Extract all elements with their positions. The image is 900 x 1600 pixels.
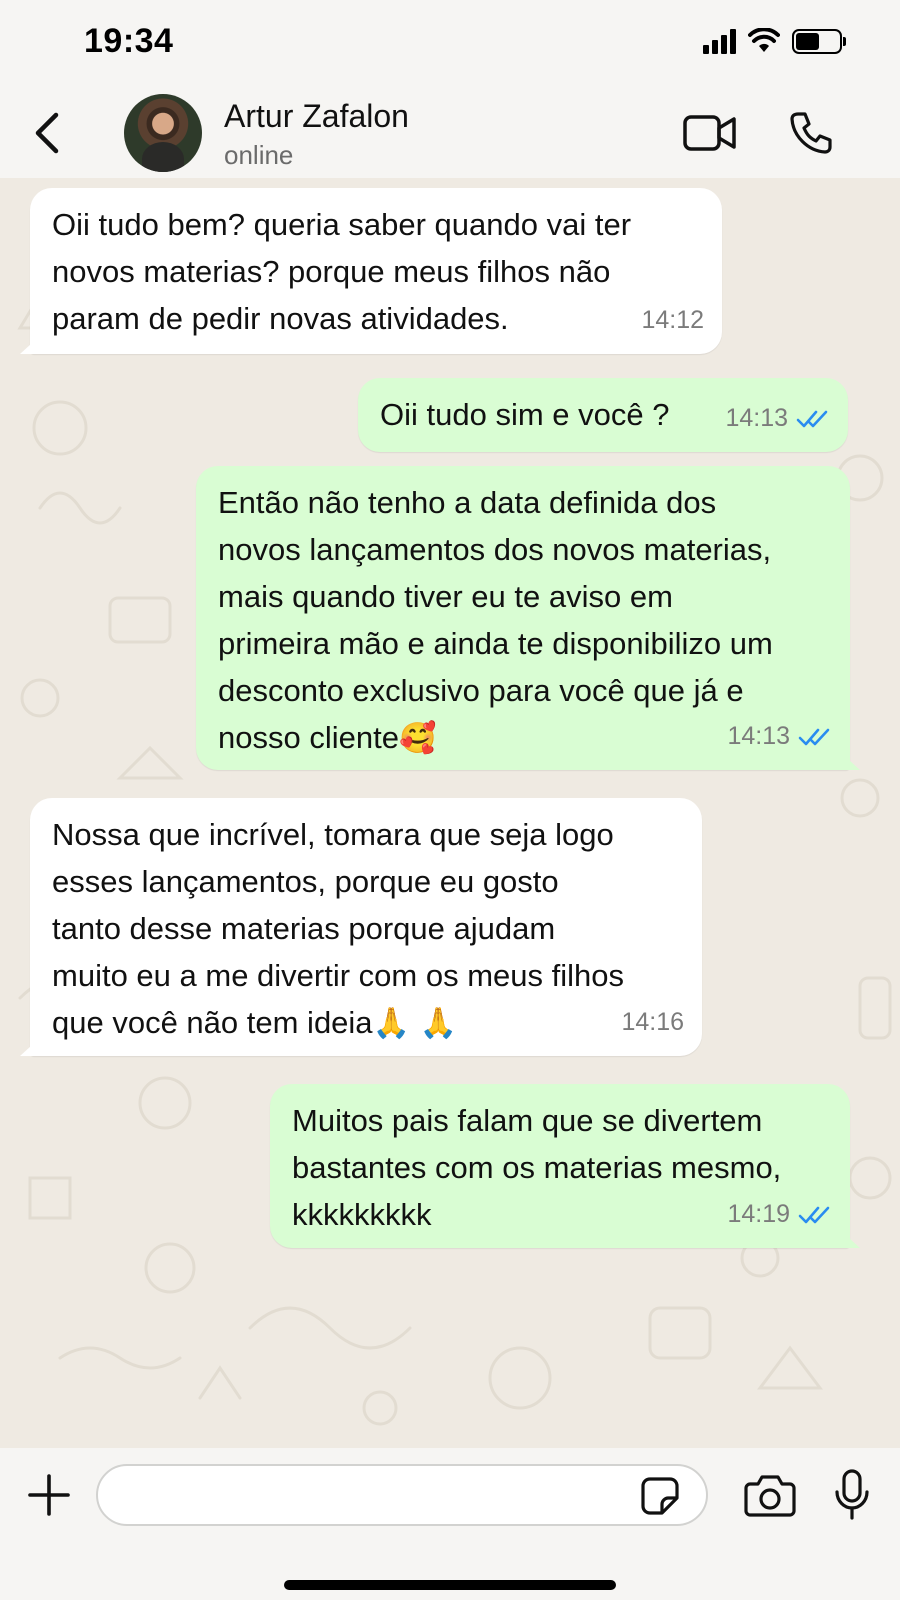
message-time: 14:12 [641,306,704,334]
status-time: 19:34 [84,22,174,60]
message-meta: 14:16 [621,999,684,1046]
home-indicator[interactable] [284,1580,616,1590]
smiling-face-with-hearts-emoji: 🥰 [398,721,437,756]
phone-icon [790,112,832,154]
sticker-button[interactable] [640,1476,680,1516]
message-meta: 14:13 [725,395,830,442]
microphone-icon [835,1469,869,1520]
folded-hands-emoji: 🙏 🙏 [372,1006,457,1041]
back-button[interactable] [26,108,66,158]
video-call-button[interactable] [680,108,740,158]
composer-bar [0,1448,900,1600]
message-text-body: Então não tenho a data definida dos novo… [218,485,773,755]
video-camera-icon [683,115,736,151]
message-outgoing[interactable]: Então não tenho a data definida dos novo… [196,466,860,770]
double-check-read-icon [796,410,828,427]
avatar[interactable] [124,94,202,172]
message-outgoing[interactable]: Muitos pais falam que se divertem bastan… [270,1084,860,1248]
message-input[interactable] [96,1464,708,1526]
camera-button[interactable] [744,1472,796,1518]
voice-call-button[interactable] [786,108,836,158]
battery-level [796,32,820,50]
camera-icon [744,1475,796,1517]
plus-icon [28,1474,70,1516]
message-time: 14:16 [621,1008,684,1036]
message-incoming[interactable]: Oii tudo bem? queria saber quando vai te… [20,188,722,354]
voice-message-button[interactable] [834,1468,870,1522]
message-text: Nossa que incrível, tomara que seja logo… [52,811,680,1047]
message-meta: 14:13 [727,713,832,760]
message-outgoing[interactable]: Oii tudo sim e você ? 14:13 [358,378,848,452]
contact-name[interactable]: Artur Zafalon [224,98,409,135]
double-check-read-icon [798,1206,830,1223]
cellular-signal-icon [703,28,736,54]
message-time: 14:19 [727,1200,790,1228]
attach-button[interactable] [26,1472,72,1518]
chat-header: Artur Zafalon online [0,86,900,178]
status-icons [703,26,846,56]
sticker-icon [641,1477,679,1515]
status-bar: 19:34 [0,0,900,86]
message-meta: 14:12 [641,297,704,344]
back-chevron-icon [35,112,59,154]
message-incoming[interactable]: Nossa que incrível, tomara que seja logo… [20,798,702,1056]
message-meta: 14:19 [727,1191,832,1238]
message-text: Oii tudo bem? queria saber quando vai te… [52,207,632,336]
battery-icon [792,28,846,54]
double-check-read-icon [798,728,830,745]
contact-status: online [224,140,294,170]
message-text-body: Nossa que incrível, tomara que seja logo… [52,817,624,1040]
message-time: 14:13 [727,722,790,750]
chat-area[interactable]: Oii tudo bem? queria saber quando vai te… [0,178,900,1448]
message-time: 14:13 [725,404,788,432]
wifi-icon [748,28,780,52]
